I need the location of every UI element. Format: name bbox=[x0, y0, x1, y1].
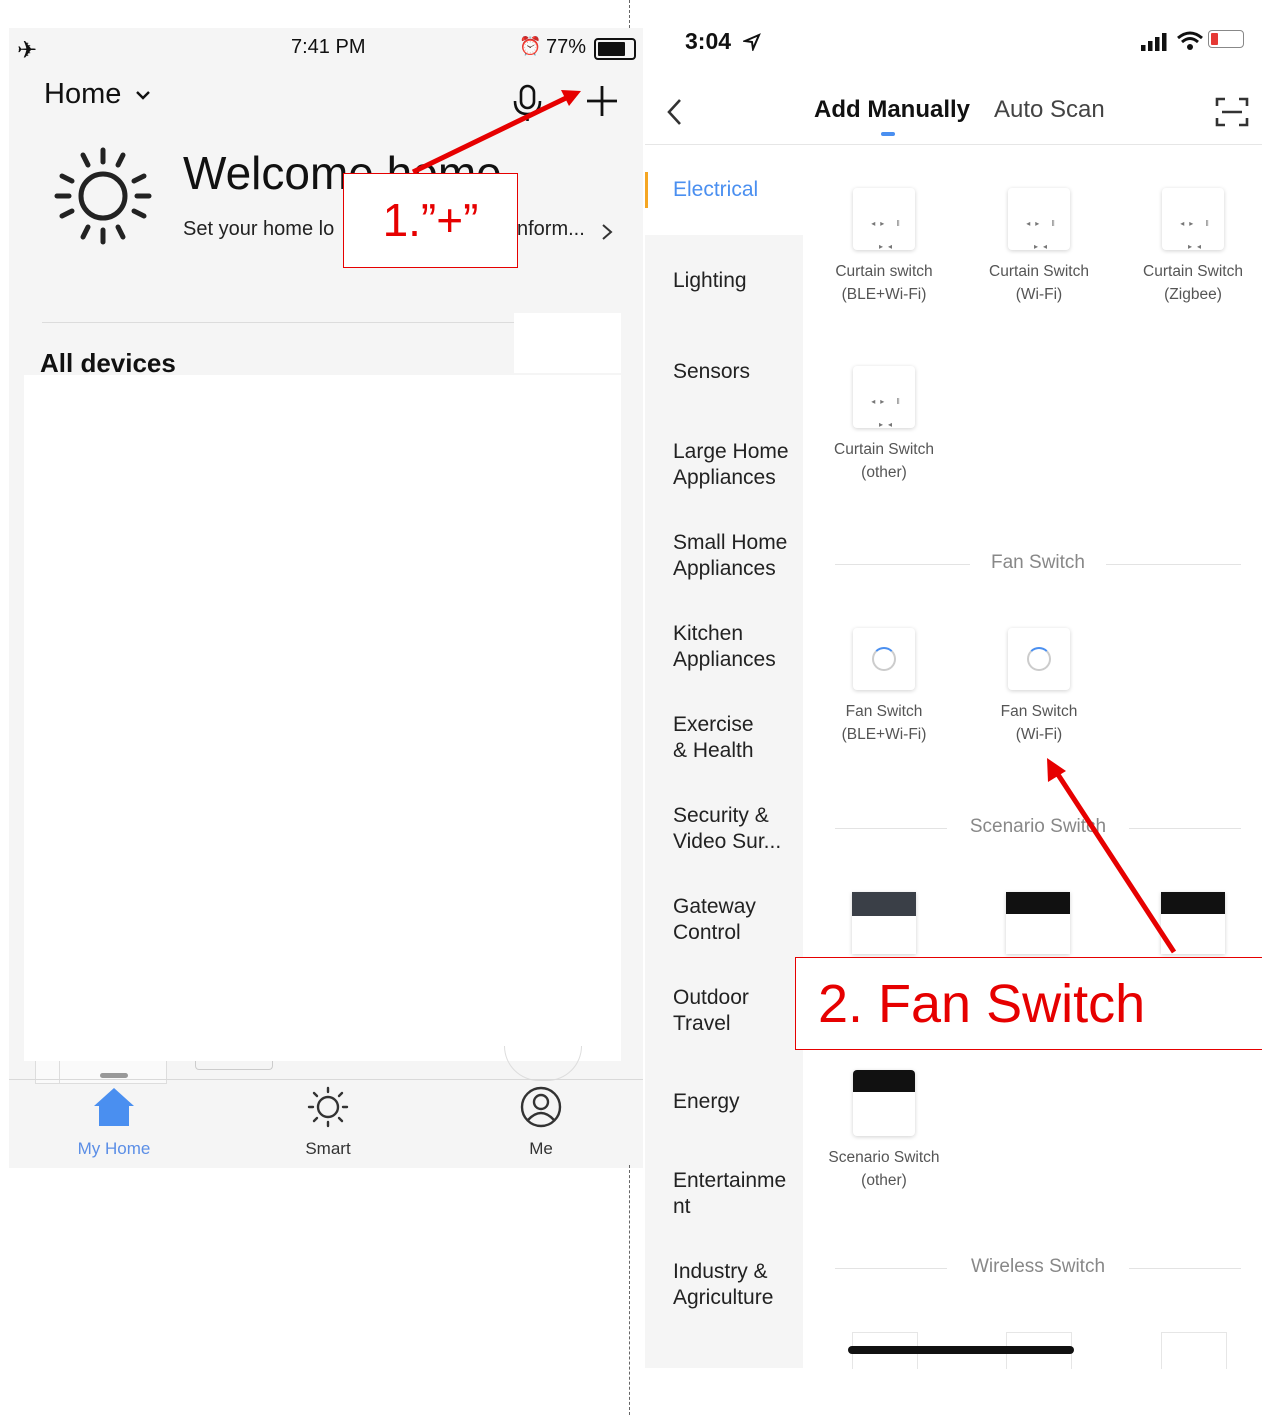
active-tab-indicator bbox=[881, 132, 895, 136]
category-large-home-appliances[interactable]: Large Home Appliances bbox=[673, 439, 801, 491]
tab-me[interactable]: Me bbox=[481, 1086, 601, 1159]
tab-add-manually[interactable]: Add Manually bbox=[814, 96, 970, 124]
category-security-video[interactable]: Security & Video Sur... bbox=[673, 803, 797, 855]
device-name: Fan Switch bbox=[845, 703, 923, 720]
category-exercise-health[interactable]: Exercise & Health bbox=[673, 712, 773, 764]
category-energy[interactable]: Energy bbox=[673, 1089, 740, 1115]
tabbar-divider bbox=[9, 1079, 643, 1080]
device-protocol: (BLE+Wi-Fi) bbox=[841, 286, 927, 303]
category-sensors[interactable]: Sensors bbox=[673, 359, 750, 385]
home-icon bbox=[94, 1088, 134, 1126]
active-category-marker bbox=[645, 172, 648, 208]
device-card-peek bbox=[35, 1061, 61, 1084]
wireless-switch-icon[interactable] bbox=[1161, 1332, 1227, 1369]
category-kitchen-appliances[interactable]: Kitchen Appliances bbox=[673, 621, 801, 673]
device-fan-ble-wifi[interactable]: Fan Switch (BLE+Wi-Fi) bbox=[809, 628, 959, 746]
tab-label: My Home bbox=[77, 1139, 151, 1158]
signal-icon bbox=[1141, 33, 1167, 51]
wifi-icon bbox=[1177, 31, 1203, 50]
device-protocol: (BLE+Wi-Fi) bbox=[841, 726, 927, 743]
device-name: Curtain Switch bbox=[1143, 263, 1243, 280]
section-wireless-switch: Wireless Switch bbox=[835, 1256, 1241, 1280]
curtain-switch-icon: ◂▸ ‖ ▸◂ bbox=[853, 188, 915, 251]
top-navigation: Add Manually Auto Scan bbox=[645, 84, 1262, 145]
device-protocol: (Zigbee) bbox=[1164, 286, 1222, 303]
tab-label: Me bbox=[529, 1139, 553, 1158]
section-fan-switch: Fan Switch bbox=[835, 552, 1241, 576]
device-card-peek bbox=[195, 1061, 273, 1070]
category-electrical[interactable]: Electrical bbox=[673, 177, 758, 203]
section-title: Wireless Switch bbox=[970, 1256, 1106, 1277]
scan-icon[interactable] bbox=[1215, 96, 1249, 128]
profile-icon bbox=[520, 1086, 562, 1128]
device-curtain-wifi[interactable]: ◂▸ ‖ ▸◂ Curtain Switch (Wi-Fi) bbox=[964, 188, 1114, 306]
back-arrow-icon[interactable] bbox=[665, 97, 683, 127]
add-device-screen: 3:04 Add Manually Auto Scan Electrical L… bbox=[645, 0, 1262, 1369]
status-time: 3:04 bbox=[685, 28, 732, 54]
device-list-area bbox=[24, 375, 621, 1061]
device-curtain-ble-wifi[interactable]: ◂▸ ‖ ▸◂ Curtain switch (BLE+Wi-Fi) bbox=[809, 188, 959, 306]
curtain-switch-icon: ◂▸ ‖ ▸◂ bbox=[1008, 188, 1070, 251]
curtain-switch-icon: ◂▸ ‖ ▸◂ bbox=[1162, 188, 1224, 251]
annotation-step-1: 1.”+” bbox=[343, 173, 518, 268]
curtain-switch-icon: ◂▸ ‖ ▸◂ bbox=[853, 366, 915, 429]
separator-line bbox=[629, 1165, 630, 1415]
device-protocol: (other) bbox=[861, 464, 907, 481]
blank-area bbox=[514, 313, 621, 373]
device-curtain-zigbee[interactable]: ◂▸ ‖ ▸◂ Curtain Switch (Zigbee) bbox=[1118, 188, 1262, 306]
tab-auto-scan[interactable]: Auto Scan bbox=[994, 96, 1105, 124]
fan-switch-icon bbox=[853, 628, 915, 690]
category-lighting[interactable]: Lighting bbox=[673, 268, 747, 294]
category-gateway-control[interactable]: Gateway Control bbox=[673, 894, 773, 946]
device-protocol: (other) bbox=[861, 1172, 907, 1189]
category-small-home-appliances[interactable]: Small Home Appliances bbox=[673, 530, 801, 582]
device-name: Scenario Switch bbox=[828, 1149, 940, 1166]
annotation-arrow-2 bbox=[1047, 758, 1177, 954]
device-curtain-other[interactable]: ◂▸ ‖ ▸◂ Curtain Switch (other) bbox=[809, 366, 959, 484]
device-protocol: (Wi-Fi) bbox=[1015, 286, 1063, 303]
scenario-switch-icon bbox=[853, 1070, 915, 1136]
device-name: Curtain switch bbox=[835, 263, 933, 280]
drag-handle[interactable] bbox=[100, 1073, 128, 1078]
device-name: Curtain Switch bbox=[834, 441, 934, 458]
fan-switch-icon bbox=[1008, 628, 1070, 690]
category-outdoor-travel[interactable]: Outdoor Travel bbox=[673, 985, 763, 1037]
device-scenario-other[interactable]: Scenario Switch (other) bbox=[809, 1070, 959, 1192]
device-fan-wifi[interactable]: Fan Switch (Wi-Fi) bbox=[964, 628, 1114, 746]
home-indicator[interactable] bbox=[848, 1346, 1074, 1354]
sun-icon bbox=[307, 1086, 349, 1128]
category-industry-agriculture[interactable]: Industry & Agriculture bbox=[673, 1259, 797, 1311]
location-icon bbox=[743, 33, 761, 51]
tab-label: Smart bbox=[305, 1139, 351, 1158]
section-title: Fan Switch bbox=[991, 552, 1085, 573]
device-card-peek bbox=[504, 1046, 582, 1081]
tab-smart[interactable]: Smart bbox=[268, 1086, 388, 1159]
tab-my-home[interactable]: My Home bbox=[54, 1086, 174, 1159]
status-bar-right: 3:04 bbox=[645, 26, 1262, 60]
divider bbox=[42, 322, 514, 323]
battery-low-icon bbox=[1208, 30, 1244, 48]
annotation-arrow-1 bbox=[411, 90, 581, 175]
scenario-switch-icon[interactable] bbox=[852, 892, 916, 954]
device-name: Curtain Switch bbox=[989, 263, 1089, 280]
device-name: Fan Switch bbox=[1000, 703, 1078, 720]
category-entertainment[interactable]: Entertainment bbox=[673, 1168, 797, 1220]
annotation-step-2: 2. Fan Switch bbox=[795, 957, 1262, 1050]
